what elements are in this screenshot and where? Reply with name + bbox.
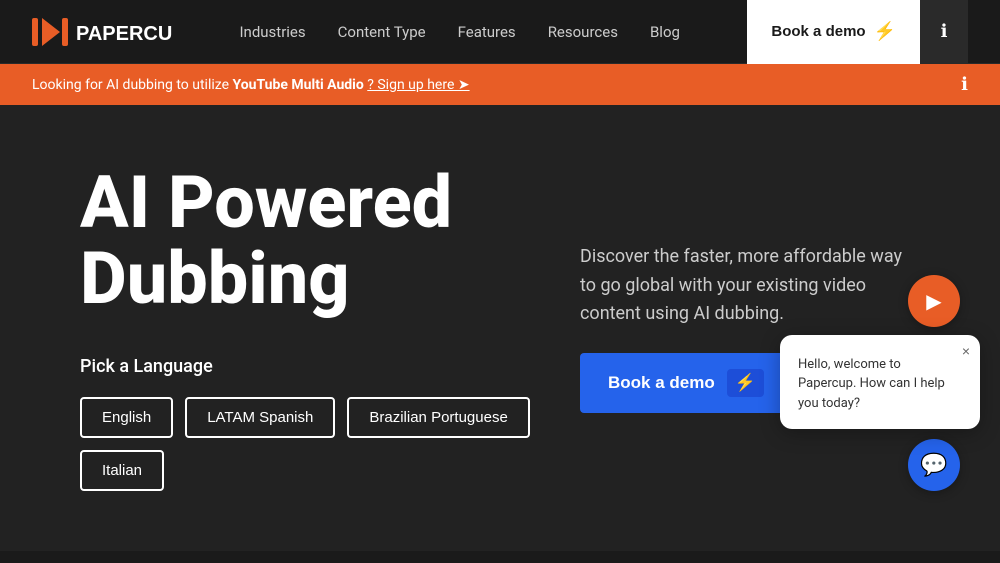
hero-cta-label: Book a demo xyxy=(608,373,715,393)
nav-links: Industries Content Type Features Resourc… xyxy=(239,19,679,45)
hero-title-line2: Dubbing xyxy=(80,236,349,321)
pick-language-label: Pick a Language xyxy=(80,356,540,377)
logo[interactable]: PAPERCUP. xyxy=(32,14,172,50)
chat-avatar-icon: ▶ xyxy=(926,289,941,313)
svg-text:PAPERCUP.: PAPERCUP. xyxy=(76,23,172,45)
arrow-icon: ⚡ xyxy=(874,21,896,42)
banner-highlight: YouTube Multi Audio xyxy=(233,77,364,93)
book-demo-label: Book a demo xyxy=(771,23,865,40)
nav-resources[interactable]: Resources xyxy=(548,19,618,45)
hero-cta-arrow-icon: ⚡ xyxy=(727,369,764,397)
lang-latam-spanish[interactable]: LATAM Spanish xyxy=(185,397,335,438)
chat-trigger-icon: 💬 xyxy=(920,453,947,478)
nav-features[interactable]: Features xyxy=(458,19,516,45)
nav-industries[interactable]: Industries xyxy=(239,19,305,45)
hero-title-line1: AI Powered xyxy=(80,160,452,245)
info-icon: ℹ xyxy=(941,21,948,42)
announcement-banner: Looking for AI dubbing to utilize YouTub… xyxy=(0,64,1000,105)
nav-content-type[interactable]: Content Type xyxy=(338,19,426,45)
banner-text: Looking for AI dubbing to utilize YouTub… xyxy=(32,77,470,93)
chat-trigger-button[interactable]: 💬 xyxy=(908,439,960,491)
info-button[interactable]: ℹ xyxy=(920,0,968,64)
chat-bubble: × Hello, welcome to Papercup. How can I … xyxy=(780,335,980,430)
hero-title: AI Powered Dubbing xyxy=(80,165,540,316)
banner-info-icon[interactable]: ℹ xyxy=(961,74,968,95)
book-demo-button[interactable]: Book a demo ⚡ xyxy=(747,0,920,64)
banner-cta[interactable]: ? Sign up here ➤ xyxy=(367,77,469,93)
chat-avatar: ▶ xyxy=(908,275,960,327)
lang-italian[interactable]: Italian xyxy=(80,450,164,491)
chat-widget: ▶ × Hello, welcome to Papercup. How can … xyxy=(780,275,980,492)
chat-close-button[interactable]: × xyxy=(962,343,970,359)
lang-brazilian-portuguese[interactable]: Brazilian Portuguese xyxy=(347,397,529,438)
hero-section: AI Powered Dubbing Pick a Language Engli… xyxy=(0,105,1000,551)
logo-icon: PAPERCUP. xyxy=(32,14,172,50)
hero-cta-button[interactable]: Book a demo ⚡ xyxy=(580,353,792,413)
language-buttons: English LATAM Spanish Brazilian Portugue… xyxy=(80,397,540,491)
nav-cta: Book a demo ⚡ ℹ xyxy=(747,0,968,64)
navbar: PAPERCUP. Industries Content Type Featur… xyxy=(0,0,1000,64)
hero-left: AI Powered Dubbing Pick a Language Engli… xyxy=(80,165,540,491)
nav-blog[interactable]: Blog xyxy=(650,19,680,45)
banner-prefix: Looking for AI dubbing to utilize xyxy=(32,77,233,93)
lang-english[interactable]: English xyxy=(80,397,173,438)
chat-welcome-text: Hello, welcome to Papercup. How can I he… xyxy=(798,355,962,414)
